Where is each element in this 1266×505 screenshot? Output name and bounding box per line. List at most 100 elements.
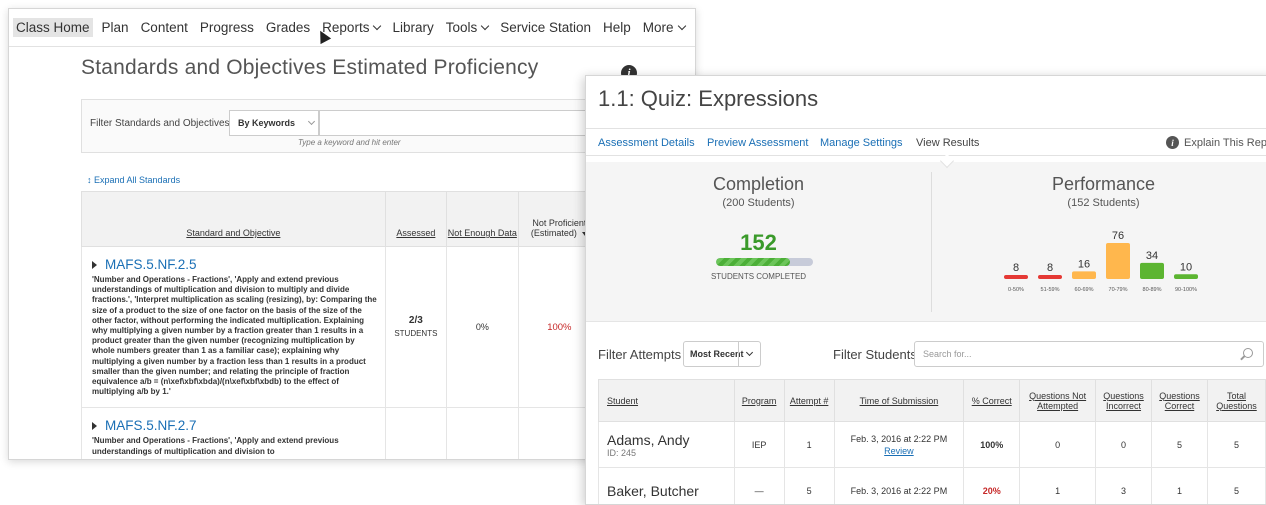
results-table: Student Program Attempt # Time of Submis… <box>598 379 1266 505</box>
nav-grades[interactable]: Grades <box>266 20 310 35</box>
nav-plan[interactable]: Plan <box>102 20 129 35</box>
completion-progress-fill <box>716 258 790 266</box>
assessed-cell <box>385 408 446 460</box>
program-cell: — <box>734 468 784 505</box>
attempt-cell: 5 <box>784 468 834 505</box>
col-time[interactable]: Time of Submission <box>834 380 964 422</box>
dropdown-button[interactable] <box>738 342 760 366</box>
nav-label: Reports <box>322 20 369 35</box>
col-not-enough-data[interactable]: Not Enough Data <box>446 192 518 247</box>
table-row: MAFS.5.NF.2.7 'Number and Operations - F… <box>82 408 601 460</box>
nav-progress[interactable]: Progress <box>200 20 254 35</box>
nav-reports[interactable]: Reports <box>322 20 380 35</box>
nav-tools[interactable]: Tools <box>446 20 489 35</box>
col-incorrect[interactable]: Questions Incorrect <box>1096 380 1152 422</box>
nav-help[interactable]: Help <box>603 20 631 35</box>
expand-all-link[interactable]: ↕ Expand All Standards <box>87 175 180 185</box>
col-percent-correct[interactable]: % Correct <box>964 380 1020 422</box>
nav-content[interactable]: Content <box>141 20 188 35</box>
filter-type-select[interactable]: By Keywords <box>229 110 319 136</box>
chevron-down-icon <box>308 117 315 124</box>
search-placeholder: Search for... <box>923 349 972 359</box>
performance-bar <box>1072 271 1096 279</box>
col-correct[interactable]: Questions Correct <box>1152 380 1208 422</box>
standard-cell: MAFS.5.NF.2.7 'Number and Operations - F… <box>82 408 386 460</box>
nav-library[interactable]: Library <box>392 20 433 35</box>
tab-manage-settings[interactable]: Manage Settings <box>820 137 903 149</box>
filter-attempts-select[interactable]: Most Recent <box>683 341 761 367</box>
col-total[interactable]: Total Questions <box>1207 380 1265 422</box>
nav-label: Tools <box>446 20 478 35</box>
performance-bar <box>1004 275 1028 279</box>
percent-correct-cell: 100% <box>964 422 1020 468</box>
col-attempt[interactable]: Attempt # <box>784 380 834 422</box>
nav-label: Content <box>141 20 188 35</box>
nav-label: Class Home <box>16 20 90 35</box>
incorrect-cell: 3 <box>1096 468 1152 505</box>
table-row: MAFS.5.NF.2.5 'Number and Operations - F… <box>82 247 601 408</box>
standard-description: 'Number and Operations - Fractions', 'Ap… <box>92 275 377 397</box>
standard-toggle[interactable]: MAFS.5.NF.2.5 <box>92 257 377 272</box>
search-icon[interactable] <box>1243 348 1253 358</box>
page-title: Standards and Objectives Estimated Profi… <box>81 56 538 80</box>
student-name-cell: Adams, AndyID: 245 <box>599 422 735 468</box>
standard-description: 'Number and Operations - Fractions', 'Ap… <box>92 436 377 456</box>
performance-category-label: 80-89% <box>1143 287 1162 293</box>
performance-title: Performance <box>931 174 1266 195</box>
col-standard[interactable]: Standard and Objective <box>82 192 386 247</box>
performance-value-label: 8 <box>1013 262 1019 274</box>
filter-label: Filter Standards and Objectives: <box>90 118 232 129</box>
standard-toggle[interactable]: MAFS.5.NF.2.7 <box>92 418 377 433</box>
quiz-tabs: Assessment Details Preview Assessment Ma… <box>586 128 1266 156</box>
standards-table: Standard and Objective Assessed Not Enou… <box>81 191 601 460</box>
not-enough-cell: 0% <box>446 247 518 408</box>
total-cell: 5 <box>1207 422 1265 468</box>
correct-cell: 1 <box>1152 468 1208 505</box>
col-not-enough-label: Not Enough Data <box>448 228 517 238</box>
percent-correct-cell: 20% <box>964 468 1020 505</box>
nav-label: More <box>643 20 674 35</box>
nav-more[interactable]: More <box>643 20 685 35</box>
filter-select-value: By Keywords <box>238 118 295 128</box>
col-standard-label: Standard and Objective <box>186 228 280 238</box>
standards-filter-panel: Filter Standards and Objectives: By Keyw… <box>81 99 641 153</box>
explain-report-link[interactable]: iExplain This Report <box>1166 136 1266 149</box>
performance-chart: 80-50%851-59%1660-69%7670-79%3480-89%109… <box>1004 217 1214 297</box>
student-search-input[interactable]: Search for... <box>914 341 1264 367</box>
col-student[interactable]: Student <box>599 380 735 422</box>
correct-cell: 5 <box>1152 422 1208 468</box>
tab-view-results[interactable]: View Results <box>916 137 979 149</box>
expand-label: Expand All Standards <box>94 175 180 185</box>
nav-class-home[interactable]: Class Home <box>13 18 93 37</box>
performance-value-label: 16 <box>1078 258 1090 270</box>
chevron-down-icon <box>481 21 489 29</box>
assessed-value: 2/3 <box>409 315 423 326</box>
incorrect-cell: 0 <box>1096 422 1152 468</box>
review-link[interactable]: Review <box>835 446 964 456</box>
not-attempted-cell: 0 <box>1020 422 1096 468</box>
chevron-down-icon <box>373 21 381 29</box>
col-assessed[interactable]: Assessed <box>385 192 446 247</box>
chevron-down-icon <box>677 21 685 29</box>
total-cell: 5 <box>1207 468 1265 505</box>
chevron-down-icon <box>746 349 753 356</box>
assessed-cell: 2/3STUDENTS <box>385 247 446 408</box>
table-row[interactable]: Adams, AndyID: 245 IEP 1 Feb. 3, 2016 at… <box>599 422 1266 468</box>
col-assessed-label: Assessed <box>396 228 435 238</box>
col-program[interactable]: Program <box>734 380 784 422</box>
performance-category-label: 0-50% <box>1008 287 1024 293</box>
attempt-cell: 1 <box>784 422 834 468</box>
performance-category-label: 70-79% <box>1109 287 1128 293</box>
filter-hint: Type a keyword and hit enter <box>298 138 401 147</box>
table-row[interactable]: Baker, Butcher — 5 Feb. 3, 2016 at 2:22 … <box>599 468 1266 505</box>
assessed-unit: STUDENTS <box>386 327 446 340</box>
tab-preview-assessment[interactable]: Preview Assessment <box>707 137 808 149</box>
nav-service-station[interactable]: Service Station <box>500 20 591 35</box>
col-not-attempted[interactable]: Questions Not Attempted <box>1020 380 1096 422</box>
tab-assessment-details[interactable]: Assessment Details <box>598 137 695 149</box>
completion-title: Completion <box>586 174 931 195</box>
student-name-cell: Baker, Butcher <box>599 468 735 505</box>
table-header-row: Student Program Attempt # Time of Submis… <box>599 380 1266 422</box>
performance-bar <box>1038 275 1062 279</box>
filter-attempts-value: Most Recent <box>690 349 744 359</box>
